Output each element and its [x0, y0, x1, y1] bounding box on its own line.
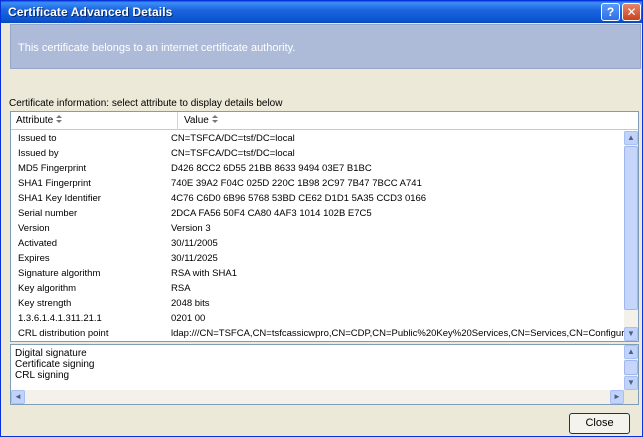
table-row[interactable]: Issued to CN=TSFCA/DC=tsf/DC=local — [11, 131, 625, 146]
certificate-details-window: Certificate Advanced Details ? ✕ This ce… — [0, 0, 643, 437]
details-line: CRL signing — [15, 370, 70, 381]
table-row[interactable]: SHA1 Key Identifier 4C76 C6D0 6B96 5768 5… — [11, 191, 625, 206]
value-cell: 30/11/2025 — [171, 253, 218, 264]
window-title: Certificate Advanced Details — [8, 5, 173, 19]
table-row[interactable]: Issued by CN=TSFCA/DC=tsf/DC=local — [11, 146, 625, 161]
attribute-cell: SHA1 Fingerprint — [18, 178, 91, 189]
attribute-cell: MD5 Fingerprint — [18, 163, 87, 174]
value-cell: D426 8CC2 6D55 21BB 8633 9494 03E7 B1BC — [171, 163, 372, 174]
table-header: Attribute Value — [11, 112, 638, 130]
value-cell: 2DCA FA56 50F4 CA80 4AF3 1014 102B E7C5 — [171, 208, 372, 219]
scroll-left-icon[interactable]: ◄ — [11, 390, 25, 404]
value-cell: 740E 39A2 F04C 025D 220C 1B98 2C97 7B47 … — [171, 178, 422, 189]
column-header-attribute-label: Attribute — [16, 115, 54, 126]
info-banner: This certificate belongs to an internet … — [10, 24, 641, 69]
attribute-table: Attribute Value Issued to CN=TSFCA/DC=tsf… — [10, 111, 639, 342]
table-row[interactable]: Activated 30/11/2005 — [11, 236, 625, 251]
attribute-cell: Version — [18, 223, 50, 234]
attribute-cell: Signature algorithm — [18, 268, 101, 279]
attribute-cell: Serial number — [18, 208, 78, 219]
table-row[interactable]: 1.3.6.1.4.1.311.21.1 0201 00 — [11, 311, 625, 326]
table-row[interactable]: CRL distribution point ldap:///CN=TSFCA,C… — [11, 326, 625, 341]
attribute-cell: CRL distribution point — [18, 328, 109, 339]
sort-icon — [211, 115, 218, 123]
value-cell: CN=TSFCA/DC=tsf/DC=local — [171, 148, 295, 159]
close-button[interactable]: Close — [569, 413, 630, 434]
column-header-value-label: Value — [184, 115, 209, 126]
banner-text: This certificate belongs to an internet … — [18, 42, 296, 54]
value-cell: Version 3 — [171, 223, 211, 234]
help-button[interactable]: ? — [601, 3, 620, 21]
title-bar[interactable]: Certificate Advanced Details ? ✕ — [1, 1, 642, 23]
table-row[interactable]: MD5 Fingerprint D426 8CC2 6D55 21BB 8633 … — [11, 161, 625, 176]
value-cell: RSA — [171, 283, 191, 294]
table-row[interactable]: Expires 30/11/2025 — [11, 251, 625, 266]
value-cell: 0201 00 — [171, 313, 206, 324]
attribute-cell: Key strength — [18, 298, 72, 309]
value-cell: 4C76 C6D0 6B96 5768 53BD CE62 D1D1 5A35 … — [171, 193, 427, 204]
scrollbar-corner — [624, 390, 638, 404]
details-horizontal-scrollbar[interactable]: ◄ ► — [11, 390, 624, 404]
table-row[interactable]: Key algorithm RSA — [11, 281, 625, 296]
table-row[interactable]: SHA1 Fingerprint 740E 39A2 F04C 025D 220C… — [11, 176, 625, 191]
table-vertical-scrollbar[interactable]: ▲ ▼ — [624, 131, 638, 341]
table-row[interactable]: Key strength 2048 bits — [11, 296, 625, 311]
attribute-cell: SHA1 Key Identifier — [18, 193, 101, 204]
scroll-right-icon[interactable]: ► — [610, 390, 624, 404]
details-text: Digital signature Certificate signing CR… — [15, 348, 94, 381]
scroll-up-icon[interactable]: ▲ — [624, 345, 638, 359]
column-header-value[interactable]: Value — [179, 112, 619, 130]
window-close-button[interactable]: ✕ — [622, 3, 641, 21]
table-row[interactable]: Version Version 3 — [11, 221, 625, 236]
scroll-thumb[interactable] — [624, 360, 638, 375]
scroll-thumb[interactable] — [624, 146, 638, 310]
column-header-attribute[interactable]: Attribute — [11, 112, 178, 130]
attribute-cell: Issued by — [18, 148, 59, 159]
details-vertical-scrollbar[interactable]: ▲ ▼ — [624, 345, 638, 390]
table-row[interactable]: Serial number 2DCA FA56 50F4 CA80 4AF3 10… — [11, 206, 625, 221]
value-cell: 2048 bits — [171, 298, 210, 309]
certificate-info-label: Certificate information: select attribut… — [9, 98, 283, 109]
scroll-down-icon[interactable]: ▼ — [624, 327, 638, 341]
value-cell: RSA with SHA1 — [171, 268, 237, 279]
attribute-cell: 1.3.6.1.4.1.311.21.1 — [18, 313, 102, 324]
table-rows: Issued to CN=TSFCA/DC=tsf/DC=local Issued… — [11, 131, 625, 341]
attribute-cell: Key algorithm — [18, 283, 77, 294]
attribute-cell: Expires — [18, 253, 50, 264]
attribute-cell: Issued to — [18, 133, 57, 144]
value-cell: 30/11/2005 — [171, 238, 218, 249]
sort-icon — [56, 115, 63, 123]
attribute-details-box[interactable]: Digital signature Certificate signing CR… — [10, 344, 639, 405]
table-row[interactable]: Signature algorithm RSA with SHA1 — [11, 266, 625, 281]
details-line: Certificate signing — [15, 359, 95, 370]
scroll-up-icon[interactable]: ▲ — [624, 131, 638, 145]
scroll-down-icon[interactable]: ▼ — [624, 376, 638, 390]
details-line: Digital signature — [15, 348, 87, 359]
value-cell: ldap:///CN=TSFCA,CN=tsfcassicwpro,CN=CDP… — [171, 328, 625, 339]
value-cell: CN=TSFCA/DC=tsf/DC=local — [171, 133, 295, 144]
attribute-cell: Activated — [18, 238, 58, 249]
